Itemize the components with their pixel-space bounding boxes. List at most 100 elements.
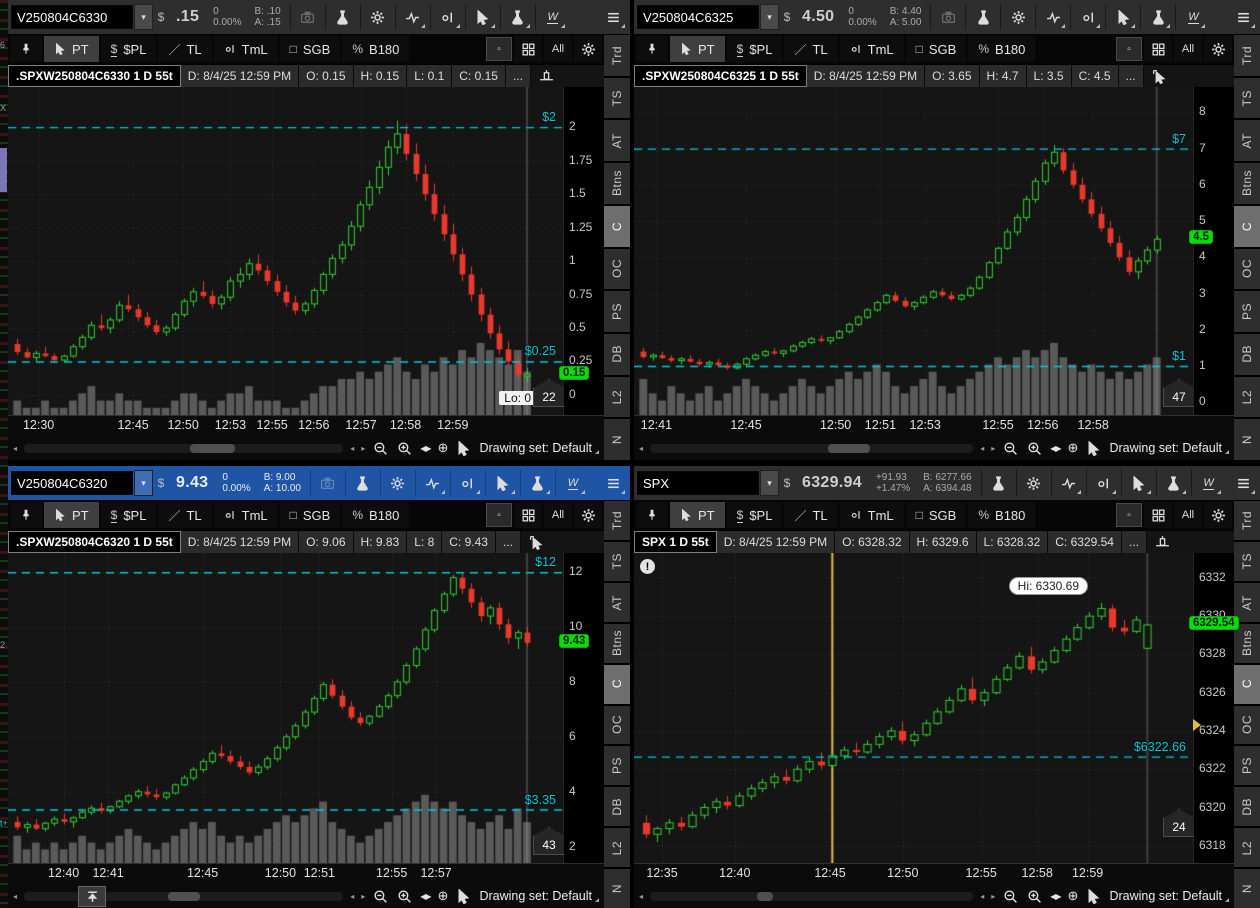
scrollbar-handle[interactable] [828, 444, 870, 453]
tml-button[interactable]: TmL [214, 502, 278, 528]
sidebar-tab-n[interactable]: N [1234, 419, 1260, 460]
symbol-input[interactable] [637, 471, 759, 495]
tml-button[interactable]: TmL [214, 36, 278, 62]
sidebar-tab-l2[interactable]: L2 [604, 377, 630, 418]
sidebar-tab-l2[interactable]: L2 [1234, 828, 1260, 867]
pin-button[interactable] [636, 502, 668, 528]
alert-line-label[interactable]: $7 [1172, 132, 1186, 146]
pointer-mode-icon[interactable] [455, 888, 472, 905]
price-chart-canvas[interactable] [634, 553, 1194, 863]
step-right-icon[interactable]: ▸ [361, 444, 365, 453]
price-chart-canvas[interactable] [634, 87, 1194, 415]
drawing-set-selector[interactable]: Drawing set: Default [479, 441, 599, 455]
settings-gear-icon[interactable] [1004, 3, 1032, 31]
crosshair-icon[interactable]: ⊕ [1068, 440, 1079, 456]
zoom-out-icon[interactable] [372, 440, 389, 457]
strategies-flask-icon[interactable] [329, 3, 357, 31]
sidebar-tab-btns[interactable]: Btns [1234, 624, 1260, 663]
b180-button[interactable]: %B180 [968, 502, 1035, 528]
all-button[interactable]: All [1174, 502, 1202, 528]
analyze-flask-icon[interactable] [1144, 3, 1172, 31]
compare-icon[interactable] [1074, 3, 1102, 31]
sidebar-tab-oc[interactable]: OC [1234, 706, 1260, 745]
compare-icon[interactable] [1090, 469, 1118, 497]
toolbar-settings-gear-icon[interactable] [574, 502, 602, 528]
step-right-icon[interactable]: ▸ [991, 892, 995, 901]
auto-scroll-button[interactable] [78, 886, 106, 907]
tl-button[interactable]: ／TL [784, 502, 837, 528]
chart-mode-button[interactable]: ▫ [486, 503, 512, 527]
toolbar-settings-gear-icon[interactable] [1204, 502, 1232, 528]
price-link-icon[interactable]: $ [154, 476, 168, 490]
cursor-tool-icon[interactable] [469, 3, 497, 31]
spl-button[interactable]: $$PL [727, 502, 783, 528]
sidebar-tab-at[interactable]: AT [604, 583, 630, 622]
expand-bars-icon[interactable]: ◀▶ [1050, 892, 1060, 901]
cursor-tool-icon[interactable] [489, 469, 517, 497]
ohlc-more[interactable]: ... [1119, 65, 1144, 87]
spl-button[interactable]: $$PL [727, 36, 783, 62]
snapshot-camera-icon[interactable] [934, 3, 962, 31]
toolbar-settings-gear-icon[interactable] [574, 36, 602, 62]
spl-button[interactable]: $$PL [101, 36, 157, 62]
sidebar-tab-ps[interactable]: PS [1234, 746, 1260, 785]
b180-button[interactable]: %B180 [342, 36, 409, 62]
crosshair-icon[interactable]: ⊕ [438, 888, 449, 904]
spl-button[interactable]: $$PL [101, 502, 157, 528]
sidebar-tab-c[interactable]: C [604, 206, 630, 247]
compare-icon[interactable] [454, 469, 482, 497]
pattern-tool-icon[interactable]: W [1179, 3, 1207, 31]
symbol-dropdown-button[interactable]: ▾ [134, 4, 153, 30]
settings-gear-icon[interactable] [1020, 469, 1048, 497]
zoom-out-icon[interactable] [1002, 440, 1019, 457]
sidebar-tab-l2[interactable]: L2 [604, 828, 630, 867]
sidebar-tab-db[interactable]: DB [604, 334, 630, 375]
tl-button[interactable]: ／TL [784, 36, 837, 62]
step-right-icon[interactable]: ▸ [361, 892, 365, 901]
alert-line-label[interactable]: $1 [1172, 349, 1186, 363]
zoom-out-icon[interactable] [1002, 888, 1019, 905]
step-left-icon[interactable]: ◂ [350, 892, 354, 901]
sidebar-tab-c[interactable]: C [1234, 665, 1260, 704]
symbol-dropdown-button[interactable]: ▾ [134, 470, 153, 496]
step-left-icon[interactable]: ◂ [980, 444, 984, 453]
price-axis[interactable]: 0.15 21.751.51.2510.750.50.250 [563, 87, 604, 415]
strategies-flask-icon[interactable] [985, 469, 1013, 497]
studies-pulse-icon[interactable] [1055, 469, 1083, 497]
price-link-icon[interactable]: $ [780, 476, 794, 490]
all-button[interactable]: All [544, 36, 572, 62]
scrollbar-handle[interactable] [168, 892, 200, 901]
pointer-mode-icon[interactable] [1085, 440, 1102, 457]
pointer-mode-icon[interactable] [1085, 888, 1102, 905]
sidebar-tab-n[interactable]: N [604, 419, 630, 460]
sidebar-tab-ps[interactable]: PS [1234, 291, 1260, 332]
cursor-tool-icon[interactable] [1125, 469, 1153, 497]
cursor-tool-icon[interactable] [1109, 3, 1137, 31]
pt-button[interactable]: PT [44, 502, 99, 528]
scrollbar-handle[interactable] [190, 444, 235, 453]
sidebar-tab-db[interactable]: DB [1234, 334, 1260, 375]
snapshot-camera-icon[interactable] [314, 469, 342, 497]
pt-button[interactable]: PT [44, 36, 99, 62]
sidebar-tab-ts[interactable]: TS [1234, 78, 1260, 119]
sidebar-tab-ts[interactable]: TS [604, 542, 630, 581]
ohlc-more[interactable]: ... [1122, 531, 1147, 553]
zoom-out-icon[interactable] [372, 888, 389, 905]
symbol-dropdown-button[interactable]: ▾ [760, 4, 779, 30]
b180-button[interactable]: %B180 [342, 502, 409, 528]
settings-gear-icon[interactable] [384, 469, 412, 497]
grid-layout-button[interactable] [1144, 502, 1172, 528]
sidebar-tab-c[interactable]: C [1234, 206, 1260, 247]
sidebar-tab-at[interactable]: AT [1234, 120, 1260, 161]
studies-pulse-icon[interactable] [419, 469, 447, 497]
sidebar-tab-trd[interactable]: Trd [1234, 35, 1260, 76]
analyze-flask-icon[interactable] [504, 3, 532, 31]
sidebar-tab-db[interactable]: DB [1234, 787, 1260, 826]
drawing-set-selector[interactable]: Drawing set: Default [479, 889, 599, 903]
sidebar-tab-l2[interactable]: L2 [1234, 377, 1260, 418]
sidebar-tab-n[interactable]: N [604, 869, 630, 908]
sidebar-tab-trd[interactable]: Trd [604, 35, 630, 76]
strategies-flask-icon[interactable] [349, 469, 377, 497]
toolbar-settings-gear-icon[interactable] [1204, 36, 1232, 62]
chart-menu-icon[interactable] [599, 469, 627, 497]
